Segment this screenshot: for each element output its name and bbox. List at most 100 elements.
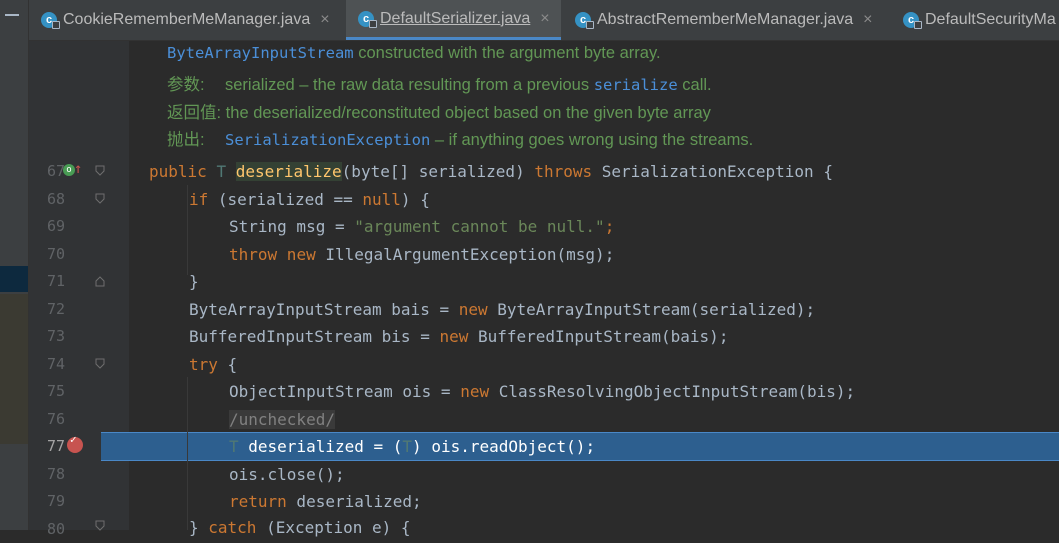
line-number: 73 (46, 327, 65, 345)
keyword: if (189, 190, 209, 209)
doc-returns-tag: 返回值: (167, 104, 222, 122)
fold-icon[interactable] (95, 193, 105, 205)
fold-icon[interactable] (95, 520, 105, 532)
tab-default-security-manager[interactable]: c DefaultSecurityMa (891, 0, 1059, 40)
code-text: (byte[] serialized) (341, 162, 535, 181)
doc-text: the deserialized/reconstituted object ba… (221, 104, 711, 122)
keyword: null (362, 190, 401, 209)
keyword: catch (208, 518, 257, 537)
keyword: throws (534, 162, 593, 181)
doc-text: constructed with the argument byte array… (353, 44, 661, 62)
tab-default-serializer[interactable]: c DefaultSerializer.java × (346, 0, 561, 40)
code-text: deserialized; (286, 492, 422, 511)
code-text: deserialized = ( (238, 437, 403, 456)
code-line-72[interactable]: ByteArrayInputStream bais = new ByteArra… (189, 296, 815, 323)
scroll-marker (0, 266, 28, 292)
doc-returns: 返回值: the deserialized/reconstituted obje… (167, 99, 711, 123)
doc-code-ref[interactable]: SerializationException (225, 131, 430, 149)
doc-params: 参数: serialized – the raw data resulting f… (167, 71, 712, 95)
comment: /unchecked/ (229, 410, 335, 429)
doc-params-tag: 参数: (167, 76, 205, 94)
class-icon: c (575, 12, 594, 29)
code-line-73[interactable]: BufferedInputStream bis = new BufferedIn… (189, 323, 728, 350)
code-line-70[interactable]: throw new IllegalArgumentException(msg); (229, 241, 614, 268)
code-text: ) ois.readObject(); (412, 437, 596, 456)
code-text: ByteArrayInputStream bais = (189, 300, 459, 319)
keyword: new (439, 327, 469, 346)
keyword: throw (229, 245, 278, 264)
code-text: String msg = (229, 217, 355, 236)
code-text: BufferedInputStream(bais); (468, 327, 729, 346)
doc-text: – if anything goes wrong using the strea… (430, 131, 754, 149)
fold-icon[interactable] (95, 165, 105, 177)
line-number: 74 (46, 355, 65, 373)
doc-throws: 抛出: SerializationException – if anything … (167, 126, 753, 150)
line-number: 72 (46, 300, 65, 318)
keyword: public (149, 162, 217, 181)
line-number: 68 (46, 190, 65, 208)
fold-end-icon[interactable] (95, 275, 105, 287)
keyword: try (189, 355, 218, 374)
tab-label: CookieRememberMeManager.java (63, 11, 311, 28)
code-text: } (189, 518, 209, 537)
code-line-79[interactable]: return deserialized; (229, 488, 422, 515)
code-line-80[interactable]: } catch (Exception e) { (189, 514, 411, 541)
class-icon: c (358, 10, 377, 28)
indent-guide (187, 377, 188, 530)
line-number: 76 (46, 410, 65, 428)
indent-guide (187, 185, 188, 275)
code-line-76[interactable]: /unchecked/ (229, 406, 335, 433)
code-line-67[interactable]: public T deserialize(byte[] serialized) … (149, 158, 833, 185)
code-line-69[interactable]: String msg = "argument cannot be null."; (229, 213, 614, 240)
tab-label: DefaultSerializer.java (380, 9, 531, 27)
code-line-71[interactable]: } (189, 268, 199, 295)
code-text: (serialized == (208, 190, 363, 209)
code-text: SerializationException { (592, 162, 833, 181)
line-number: 69 (46, 217, 65, 235)
string-literal: "argument cannot be null." (354, 217, 605, 236)
line-number: 70 (46, 245, 65, 263)
code-line-74[interactable]: try { (189, 351, 237, 378)
doc-throws-tag: 抛出: (167, 131, 205, 149)
code-text: IllegalArgumentException(msg); (315, 245, 615, 264)
tab-abstract-remember-me-manager[interactable]: c AbstractRememberMeManager.java × (563, 0, 893, 40)
close-icon[interactable]: × (863, 11, 872, 29)
doc-description: ByteArrayInputStream constructed with th… (167, 44, 661, 63)
keyword: return (229, 492, 287, 511)
code-text: ObjectInputStream ois = (229, 382, 461, 401)
type-param: T (402, 437, 413, 456)
close-icon[interactable]: × (540, 10, 549, 28)
line-number: 71 (46, 272, 65, 290)
keyword: new (458, 300, 488, 319)
keyword: new (277, 245, 316, 264)
code-text: ) { (400, 190, 430, 209)
code-line-78[interactable]: ois.close(); (229, 461, 345, 488)
doc-code-ref[interactable]: serialize (594, 76, 678, 94)
line-number: 79 (46, 492, 65, 510)
editor-tab-bar: c CookieRememberMeManager.java × c Defau… (29, 0, 1059, 41)
tab-cookie-remember-me-manager[interactable]: c CookieRememberMeManager.java × (29, 0, 344, 40)
line-number-current: 77 (46, 437, 65, 455)
line-number: 75 (46, 382, 65, 400)
tab-label: AbstractRememberMeManager.java (597, 11, 854, 28)
code-text: (Exception e) { (256, 518, 411, 537)
close-icon[interactable]: × (320, 11, 329, 29)
collapse-icon[interactable] (5, 14, 19, 16)
breakpoint-icon[interactable] (67, 433, 83, 453)
doc-code-ref[interactable]: ByteArrayInputStream (167, 44, 354, 62)
code-line-68[interactable]: if (serialized == null) { (189, 186, 430, 213)
line-number: 67 (46, 162, 65, 180)
fold-icon[interactable] (95, 358, 105, 370)
scroll-marker-warning (0, 294, 28, 444)
code-text: ; (604, 217, 615, 236)
implements-arrow-icon[interactable]: ↑ (74, 161, 82, 177)
class-icon: c (903, 12, 922, 29)
code-text: BufferedInputStream bis = (189, 327, 440, 346)
code-line-75[interactable]: ObjectInputStream ois = new ClassResolvi… (229, 378, 855, 405)
code-text: ByteArrayInputStream(serialized); (487, 300, 816, 319)
code-text: { (217, 355, 238, 374)
code-line-77[interactable]: T deserialized = (T) ois.readObject(); (229, 433, 595, 460)
code-text: ClassResolvingObjectInputStream(bis); (489, 382, 856, 401)
doc-text: call. (677, 76, 712, 94)
doc-text: serialized – the raw data resulting from… (225, 76, 594, 94)
